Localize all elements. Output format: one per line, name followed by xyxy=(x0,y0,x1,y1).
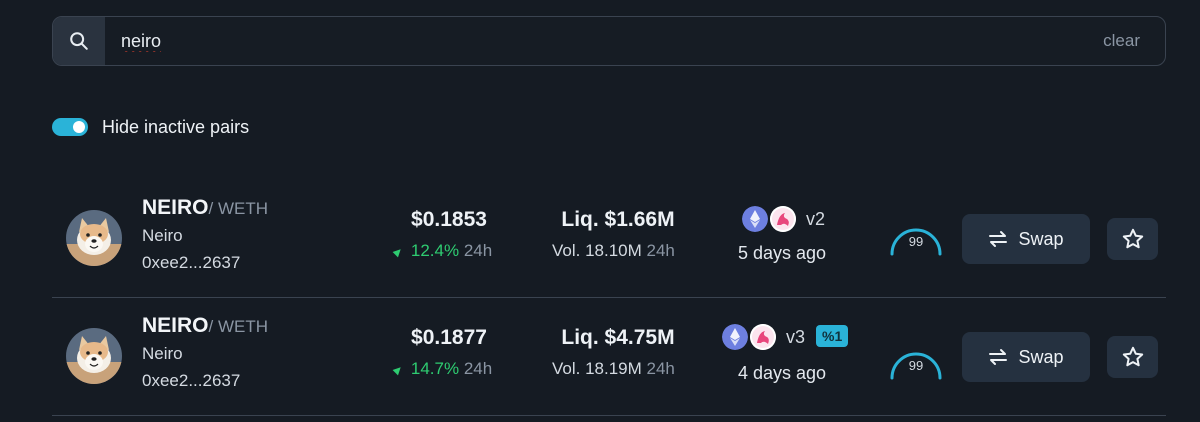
price-change: ▲ 14.7% 24h xyxy=(388,359,493,380)
fee-tier-badge: %1 xyxy=(816,325,849,347)
swap-arrows-icon xyxy=(989,349,1008,365)
dex-version: v2 xyxy=(806,209,826,229)
quote-token: / WETH xyxy=(208,317,269,336)
security-score[interactable]: 99 xyxy=(888,338,944,382)
change-period: 24h xyxy=(463,359,493,378)
swap-label: Swap xyxy=(1018,346,1064,367)
token-avatar xyxy=(66,210,122,266)
token-symbol-text: NEIRO xyxy=(142,314,209,337)
volume-value: Vol. 18.19M xyxy=(552,359,642,378)
swap-button[interactable]: Swap xyxy=(962,214,1090,264)
liquidity: Liq. $1.66M xyxy=(561,208,675,231)
score-value: 99 xyxy=(908,358,924,373)
hide-inactive-label: Hide inactive pairs xyxy=(102,117,250,137)
arrow-up-icon: ▲ xyxy=(388,359,409,380)
ethereum-icon xyxy=(722,324,748,350)
volume-period: 24h xyxy=(646,359,675,378)
quote-token: / WETH xyxy=(208,199,269,218)
ethereum-icon xyxy=(742,206,768,232)
search-input[interactable] xyxy=(121,17,1021,65)
volume: Vol. 18.19M 24h xyxy=(552,359,675,379)
swap-label: Swap xyxy=(1018,228,1064,249)
clear-button[interactable]: clear xyxy=(1103,31,1140,51)
toggle-knob xyxy=(73,121,85,133)
search-button[interactable] xyxy=(53,17,105,65)
row-divider xyxy=(52,415,1166,416)
dex-version: v3 xyxy=(786,327,806,347)
change-percent: 12.4% xyxy=(410,241,460,260)
token-address[interactable]: 0xee2...2637 xyxy=(142,253,240,273)
volume-value: Vol. 18.10M xyxy=(552,241,642,260)
liquidity: Liq. $4.75M xyxy=(561,326,675,349)
volume: Vol. 18.10M 24h xyxy=(552,241,675,261)
volume-period: 24h xyxy=(646,241,675,260)
swap-button[interactable]: Swap xyxy=(962,332,1090,382)
token-symbol[interactable]: NEIRO/ WETH xyxy=(142,196,268,220)
uniswap-icon xyxy=(750,324,776,350)
token-name: Neiro xyxy=(142,344,183,363)
pair-age: 5 days ago xyxy=(738,243,827,263)
hide-inactive-toggle[interactable] xyxy=(52,118,88,136)
favorite-button[interactable] xyxy=(1107,218,1158,260)
token-price: $0.1877 xyxy=(411,326,487,349)
token-symbol-text: NEIRO xyxy=(142,196,209,219)
star-icon xyxy=(1122,228,1143,249)
token-name: Neiro xyxy=(142,226,183,245)
arrow-up-icon: ▲ xyxy=(388,241,409,262)
change-period: 24h xyxy=(463,241,493,260)
token-address[interactable]: 0xee2...2637 xyxy=(142,371,240,391)
change-percent: 14.7% xyxy=(410,359,460,378)
token-avatar xyxy=(66,328,122,384)
pair-row[interactable]: NEIRO/ WETH Neiro 0xee2...2637 $0.1877 ▲… xyxy=(52,298,1166,416)
pair-age: 4 days ago xyxy=(738,363,827,383)
token-symbol[interactable]: NEIRO/ WETH xyxy=(142,314,268,338)
search-icon xyxy=(70,32,88,50)
score-value: 99 xyxy=(908,234,924,249)
swap-arrows-icon xyxy=(989,231,1008,247)
security-score[interactable]: 99 xyxy=(888,214,944,258)
uniswap-icon xyxy=(770,206,796,232)
favorite-button[interactable] xyxy=(1107,336,1158,378)
price-change: ▲ 12.4% 24h xyxy=(388,241,493,262)
token-price: $0.1853 xyxy=(411,208,487,231)
search-bar: clear xyxy=(52,16,1166,66)
star-icon xyxy=(1122,346,1143,367)
pair-row[interactable]: NEIRO/ WETH Neiro 0xee2...2637 $0.1853 ▲… xyxy=(52,180,1166,298)
